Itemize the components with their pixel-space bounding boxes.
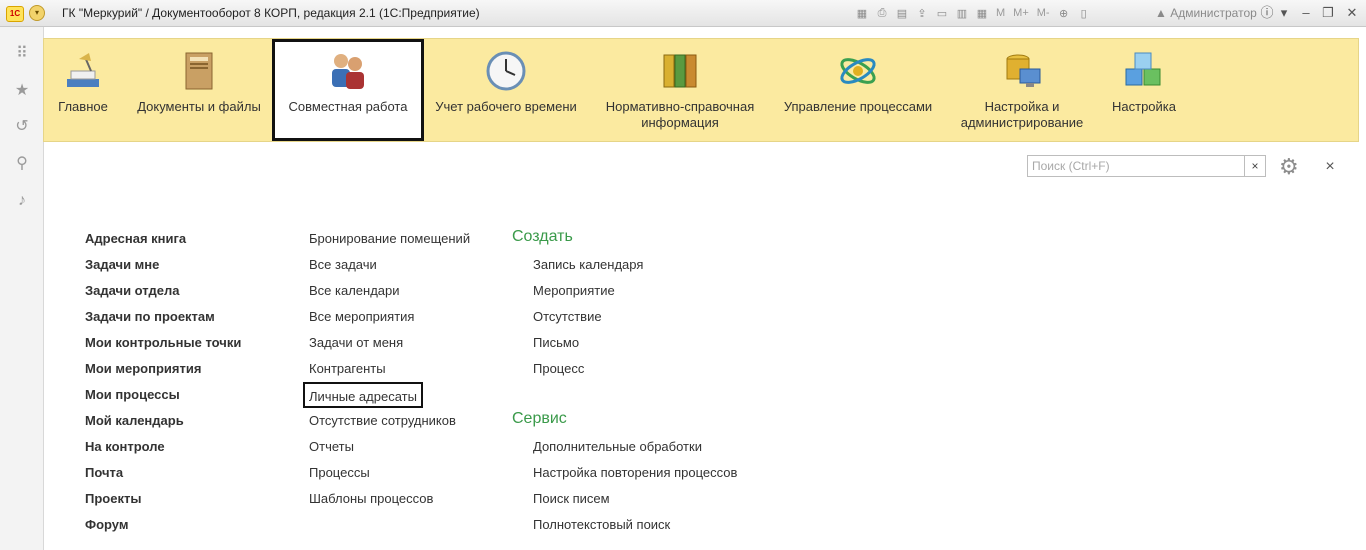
search-icon[interactable]: ⚲ <box>12 154 32 174</box>
memory-button[interactable]: M <box>994 5 1007 21</box>
settings-gear-icon[interactable]: ⚙ <box>1279 155 1307 179</box>
nav-link-tasks-for-me[interactable]: Задачи мне <box>85 256 241 282</box>
minimize-button[interactable]: – <box>1296 4 1316 22</box>
section-label: Управление процессами <box>783 99 933 114</box>
people-icon <box>332 54 364 89</box>
apps-grid-icon[interactable]: ⠿ <box>12 44 32 64</box>
user-name: Администратор <box>1170 6 1257 20</box>
section-documents[interactable]: Документы и файлы <box>132 39 266 139</box>
section-label: Совместная работа <box>288 99 408 114</box>
zoom-icon[interactable]: ⊕ <box>1056 5 1072 21</box>
section-label: Настройка <box>1112 99 1176 114</box>
clock-icon <box>486 51 526 91</box>
section-label: Нормативно-справочная информация <box>605 99 755 130</box>
preview-icon[interactable]: ▤ <box>894 5 910 21</box>
section-label: Настройка и администрирование <box>960 99 1084 130</box>
nav-link-project-tasks[interactable]: Задачи по проектам <box>85 308 241 334</box>
binders-icon <box>663 54 697 88</box>
service-link-process-repeat-settings[interactable]: Настройка повторения процессов <box>533 464 737 490</box>
documents-folder-icon <box>185 52 213 90</box>
1c-logo-icon[interactable]: 1С <box>6 6 24 22</box>
section-collaboration[interactable]: Совместная работа <box>272 39 424 141</box>
create-link-calendar-entry[interactable]: Запись календаря <box>533 256 643 282</box>
nav-link-department-tasks[interactable]: Задачи отдела <box>85 282 241 308</box>
favorites-column: Адресная книга Задачи мне Задачи отдела … <box>85 230 241 542</box>
create-link-process[interactable]: Процесс <box>533 360 643 386</box>
nav-link-all-calendars[interactable]: Все календари <box>309 282 470 308</box>
notifications-bell-icon[interactable]: ♪ <box>12 191 32 211</box>
service-header: Сервис <box>512 410 567 427</box>
section-settings-admin[interactable]: Настройка и администрирование <box>952 39 1092 139</box>
dropdown-icon[interactable]: ▾ <box>1274 4 1294 22</box>
nav-link-mail[interactable]: Почта <box>85 464 241 490</box>
lists-column: Бронирование помещений Все задачи Все ка… <box>303 230 470 516</box>
section-settings[interactable]: Настройка <box>1104 39 1184 139</box>
nav-link-employee-absence[interactable]: Отсутствие сотрудников <box>309 412 470 438</box>
section-time-tracking[interactable]: Учет рабочего времени <box>430 39 582 139</box>
cubes-icon <box>1125 52 1161 86</box>
create-column: Запись календаря Мероприятие Отсутствие … <box>533 256 643 386</box>
section-reference-info[interactable]: Нормативно-справочная информация <box>600 39 760 139</box>
service-link-additional-processing[interactable]: Дополнительные обработки <box>533 438 737 464</box>
nav-link-forum[interactable]: Форум <box>85 516 241 542</box>
nav-link-personal-addressees[interactable]: Личные адресаты <box>303 382 423 408</box>
history-icon[interactable]: ↺ <box>12 117 32 137</box>
spreadsheet-icon[interactable]: ▥ <box>954 5 970 21</box>
nav-link-reports[interactable]: Отчеты <box>309 438 470 464</box>
close-window-button[interactable]: ✕ <box>1342 4 1362 22</box>
create-link-event[interactable]: Мероприятие <box>533 282 643 308</box>
nav-link-projects[interactable]: Проекты <box>85 490 241 516</box>
section-main[interactable]: Главное <box>50 39 116 139</box>
nav-link-tasks-from-me[interactable]: Задачи от меня <box>309 334 470 360</box>
clear-search-button[interactable]: × <box>1244 156 1265 176</box>
processes-orbit-icon <box>840 58 876 84</box>
user-icon: ▲ <box>1155 6 1171 20</box>
title-toolbar: ▦ ⎙ ▤ ⇪ ▭ ▥ ▦ M M+ M- ⊕ ▯ <box>854 5 1092 21</box>
title-bar: 1С ▾ ГК "Меркурий" / Документооборот 8 К… <box>0 0 1366 27</box>
save-icon[interactable]: ▦ <box>854 5 870 21</box>
nav-link-my-calendar[interactable]: Мой календарь <box>85 412 241 438</box>
nav-link-all-tasks[interactable]: Все задачи <box>309 256 470 282</box>
nav-link-address-book[interactable]: Адресная книга <box>85 230 241 256</box>
search-box: × <box>1027 155 1266 177</box>
service-column: Дополнительные обработки Настройка повто… <box>533 438 737 542</box>
close-panel-button[interactable]: × <box>1322 157 1338 177</box>
create-link-absence[interactable]: Отсутствие <box>533 308 643 334</box>
memory-minus-button[interactable]: M- <box>1035 5 1052 21</box>
service-link-fulltext-search[interactable]: Полнотекстовый поиск <box>533 516 737 542</box>
desk-lamp-icon <box>67 53 99 87</box>
calendar-icon[interactable]: ▦ <box>974 5 990 21</box>
restore-button[interactable]: ❐ <box>1318 4 1338 22</box>
search-input[interactable] <box>1028 156 1242 176</box>
create-link-letter[interactable]: Письмо <box>533 334 643 360</box>
nav-link-process-templates[interactable]: Шаблоны процессов <box>309 490 470 516</box>
printer-icon[interactable]: ▭ <box>934 5 950 21</box>
left-sidebar: ⠿ ★ ↺ ⚲ ♪ <box>0 27 44 550</box>
nav-link-under-control[interactable]: На контроле <box>85 438 241 464</box>
nav-link-my-checkpoints[interactable]: Мои контрольные точки <box>85 334 241 360</box>
create-header: Создать <box>512 228 573 245</box>
section-label: Главное <box>58 99 108 114</box>
favorites-star-icon[interactable]: ★ <box>12 81 32 101</box>
memory-plus-button[interactable]: M+ <box>1011 5 1031 21</box>
nav-link-processes[interactable]: Процессы <box>309 464 470 490</box>
sections-panel: Главное Документы и файлы Совместная раб… <box>43 38 1359 142</box>
service-link-letter-search[interactable]: Поиск писем <box>533 490 737 516</box>
upload-icon[interactable]: ⇪ <box>914 5 930 21</box>
nav-link-room-booking[interactable]: Бронирование помещений <box>309 230 470 256</box>
section-label: Документы и файлы <box>137 99 261 114</box>
nav-link-my-processes[interactable]: Мои процессы <box>85 386 241 412</box>
main-menu-button[interactable]: ▾ <box>29 5 45 21</box>
user-label[interactable]: ▲ Администратор <box>1155 6 1257 20</box>
window-title: ГК "Меркурий" / Документооборот 8 КОРП, … <box>62 6 480 20</box>
print-icon[interactable]: ⎙ <box>874 5 890 21</box>
nav-link-my-events[interactable]: Мои мероприятия <box>85 360 241 386</box>
panel-icon[interactable]: ▯ <box>1076 5 1092 21</box>
section-label: Учет рабочего времени <box>435 99 577 114</box>
database-computer-icon <box>1006 54 1041 87</box>
section-process-management[interactable]: Управление процессами <box>780 39 936 139</box>
nav-link-all-events[interactable]: Все мероприятия <box>309 308 470 334</box>
